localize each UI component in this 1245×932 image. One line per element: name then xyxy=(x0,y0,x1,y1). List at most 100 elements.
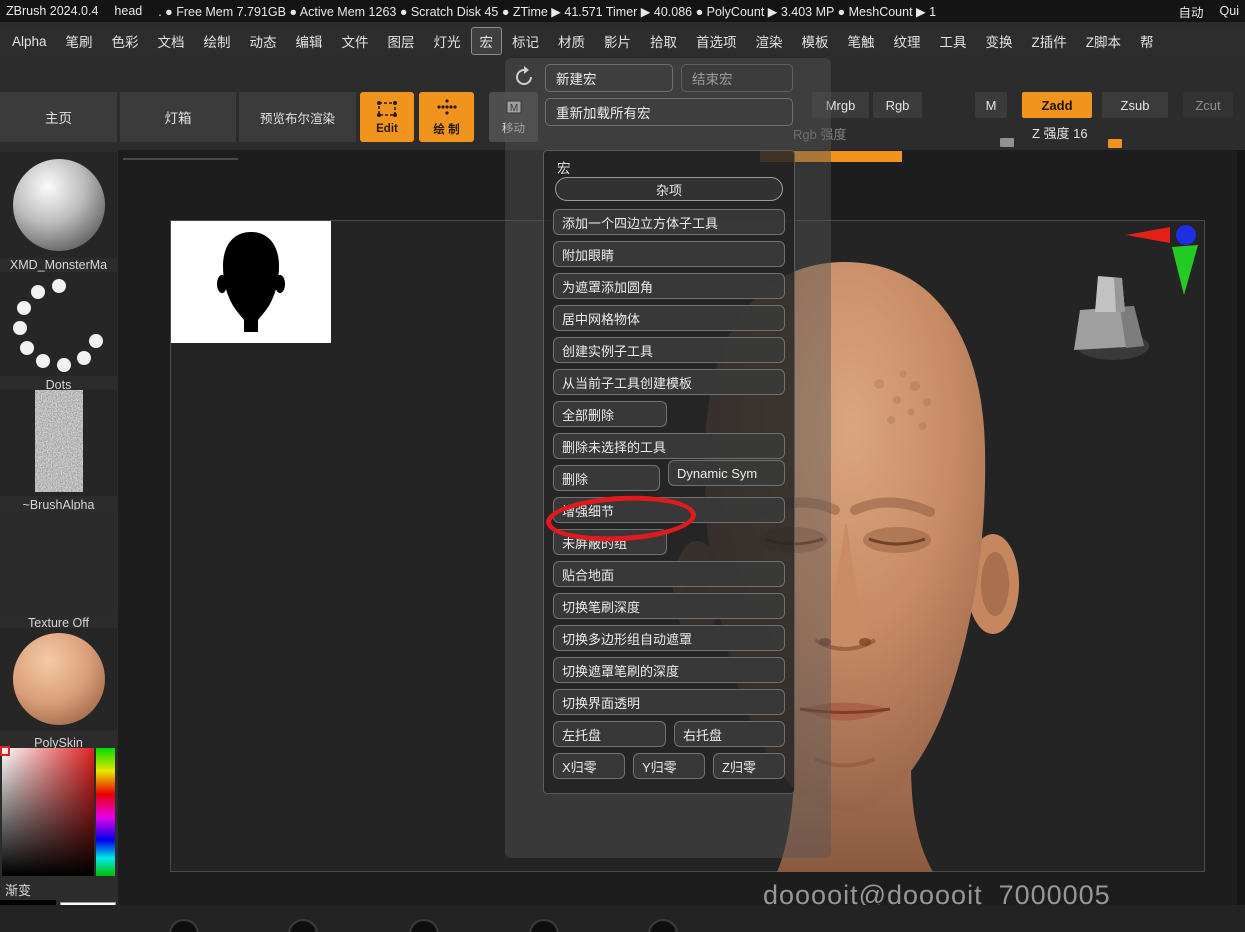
alpha-preview[interactable] xyxy=(171,221,331,343)
right-tray-divider[interactable] xyxy=(1237,150,1245,932)
menu-transform[interactable]: 变换 xyxy=(977,27,1022,55)
reload-all-macros-button[interactable]: 重新加载所有宏 xyxy=(545,98,793,126)
x-zero-button[interactable]: X归零 xyxy=(553,753,625,779)
document-name: head xyxy=(114,4,142,18)
menu-stroke[interactable]: 笔触 xyxy=(839,27,884,55)
selected-color-marker xyxy=(0,746,10,756)
current-material-thumbnail[interactable] xyxy=(0,628,117,730)
right-tray-button[interactable]: 右托盘 xyxy=(674,721,785,747)
brush-alpha-icon xyxy=(35,390,83,497)
menu-texture[interactable]: 纹理 xyxy=(885,27,930,55)
menu-alpha[interactable]: Alpha xyxy=(3,30,56,53)
menu-color[interactable]: 色彩 xyxy=(103,27,148,55)
current-brush-label: XMD_MonsterMa xyxy=(0,258,117,272)
tray-thumbnail[interactable] xyxy=(169,919,199,932)
macro-item-delete-unselected[interactable]: 删除未选择的工具 xyxy=(553,433,785,459)
macro-item-set-ground[interactable]: 贴合地面 xyxy=(553,561,785,587)
menu-material[interactable]: 材质 xyxy=(549,27,594,55)
current-texture-thumbnail[interactable] xyxy=(0,510,117,614)
menu-picker[interactable]: 拾取 xyxy=(641,27,686,55)
macro-item-delete-all[interactable]: 全部删除 xyxy=(553,401,667,427)
macro-item-toggle-brush-depth[interactable]: 切换笔刷深度 xyxy=(553,593,785,619)
memory-stats: . ● Free Mem 7.791GB ● Active Mem 1263 ●… xyxy=(158,4,936,19)
menu-movie[interactable]: 影片 xyxy=(595,27,640,55)
z-zero-button[interactable]: Z归零 xyxy=(713,753,785,779)
gradient-label: 渐变 xyxy=(5,880,31,899)
menu-zplugin[interactable]: Z插件 xyxy=(1023,27,1076,55)
left-tray: XMD_MonsterMa Dots xyxy=(0,150,117,932)
lightbox-button[interactable]: 灯箱 xyxy=(120,92,236,142)
bottom-tray xyxy=(0,905,1245,932)
menu-light[interactable]: 灯光 xyxy=(425,27,470,55)
title-bar: ZBrush 2024.0.4 head . ● Free Mem 7.791G… xyxy=(0,0,1245,22)
tray-thumbnail[interactable] xyxy=(648,919,678,932)
menu-dynamic[interactable]: 动态 xyxy=(241,27,286,55)
dynamic-sym-button[interactable]: Dynamic Sym xyxy=(668,460,785,486)
macro-item-toggle-ui-transparency[interactable]: 切换界面透明 xyxy=(553,689,785,715)
menu-macro[interactable]: 宏 xyxy=(471,27,503,55)
end-macro-button[interactable]: 结束宏 xyxy=(681,64,793,92)
hue-strip[interactable] xyxy=(96,748,115,876)
tray-thumbnail[interactable] xyxy=(409,919,439,932)
macro-item-add-cube[interactable]: 添加一个四边立方体子工具 xyxy=(553,209,785,235)
mesh-preview-icon xyxy=(1068,268,1158,368)
macro-menu-overlay: 新建宏 结束宏 重新加载所有宏 宏 杂项 添加一个四边立方体子工具 附加眼睛 为… xyxy=(505,58,831,858)
macro-item-toggle-polygroup-automask[interactable]: 切换多边形组自动遮罩 xyxy=(553,625,785,651)
menu-template[interactable]: 模板 xyxy=(793,27,838,55)
current-stroke-thumbnail[interactable] xyxy=(0,272,117,376)
color-picker-square[interactable] xyxy=(2,748,94,876)
y-zero-button[interactable]: Y归零 xyxy=(633,753,705,779)
menu-document[interactable]: 文档 xyxy=(149,27,194,55)
tray-thumbnail[interactable] xyxy=(529,919,559,932)
zadd-button[interactable]: Zadd xyxy=(1022,92,1092,118)
zsub-button[interactable]: Zsub xyxy=(1102,92,1168,118)
z-axis-icon xyxy=(1176,225,1196,245)
divider xyxy=(123,158,238,160)
z-intensity-label: Z 强度 16 xyxy=(1032,123,1088,142)
brush-sphere-icon xyxy=(13,159,105,251)
macro-item-append-eyes[interactable]: 附加眼睛 xyxy=(553,241,785,267)
menu-render[interactable]: 渲染 xyxy=(747,27,792,55)
macro-panel: 宏 杂项 添加一个四边立方体子工具 附加眼睛 为遮罩添加圆角 居中网格物体 创建… xyxy=(543,150,795,794)
menu-file[interactable]: 文件 xyxy=(333,27,378,55)
menu-marker[interactable]: 标记 xyxy=(503,27,548,55)
macro-item-toggle-mask-brush-depth[interactable]: 切换遮罩笔刷的深度 xyxy=(553,657,785,683)
edit-label: Edit xyxy=(376,123,398,135)
tray-thumbnail[interactable] xyxy=(288,919,318,932)
edit-button[interactable]: Edit xyxy=(360,92,414,142)
z-intensity-slider-handle[interactable] xyxy=(1108,139,1122,148)
menu-draw[interactable]: 绘制 xyxy=(195,27,240,55)
new-macro-button[interactable]: 新建宏 xyxy=(545,64,673,92)
current-brush-thumbnail[interactable] xyxy=(0,152,117,258)
quicksave-button[interactable]: Qui xyxy=(1220,4,1239,18)
y-axis-icon xyxy=(1172,245,1198,295)
rgb-intensity-slider-handle[interactable] xyxy=(1000,138,1014,147)
preview-boolean-button[interactable]: 预览布尔渲染 xyxy=(239,92,356,142)
draw-dots-icon xyxy=(435,98,459,119)
menu-edit[interactable]: 编辑 xyxy=(287,27,332,55)
macro-item-create-instance[interactable]: 创建实例子工具 xyxy=(553,337,785,363)
macro-item-template-from-subtool[interactable]: 从当前子工具创建模板 xyxy=(553,369,785,395)
menu-zscript[interactable]: Z脚本 xyxy=(1077,27,1130,55)
menu-help[interactable]: 帮 xyxy=(1131,27,1163,55)
reload-icon[interactable] xyxy=(513,66,535,88)
x-axis-icon xyxy=(1126,227,1170,243)
draw-button[interactable]: 绘 制 xyxy=(419,92,474,142)
menu-preferences[interactable]: 首选项 xyxy=(687,27,746,55)
rgb-button[interactable]: Rgb xyxy=(873,92,922,118)
menu-brush[interactable]: 笔刷 xyxy=(57,27,102,55)
m-button[interactable]: M xyxy=(975,92,1007,118)
menu-tool[interactable]: 工具 xyxy=(931,27,976,55)
left-tray-button[interactable]: 左托盘 xyxy=(553,721,666,747)
current-alpha-thumbnail[interactable] xyxy=(0,390,117,496)
auto-button[interactable]: 自动 xyxy=(1179,2,1204,21)
macro-panel-title: 宏 xyxy=(553,157,785,177)
misc-button[interactable]: 杂项 xyxy=(555,177,783,201)
zcut-button[interactable]: Zcut xyxy=(1183,92,1233,118)
head-silhouette-icon xyxy=(211,228,291,337)
macro-item-mask-fillet[interactable]: 为遮罩添加圆角 xyxy=(553,273,785,299)
menu-layer[interactable]: 图层 xyxy=(379,27,424,55)
macro-item-center-mesh[interactable]: 居中网格物体 xyxy=(553,305,785,331)
delete-button[interactable]: 删除 xyxy=(553,465,660,491)
home-button[interactable]: 主页 xyxy=(0,92,117,142)
